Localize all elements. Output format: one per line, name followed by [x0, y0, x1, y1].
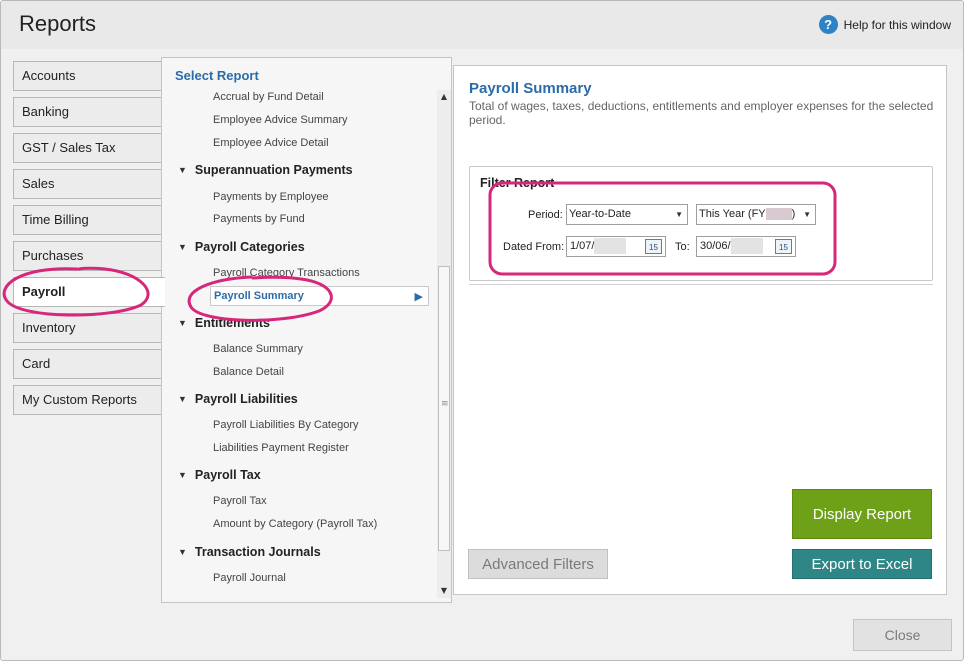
redacted-year: [594, 238, 627, 255]
calendar-icon[interactable]: 15: [645, 239, 662, 254]
report-list-panel: Select Report Accrual by Fund Detail Emp…: [161, 57, 452, 603]
category-payroll-liabilities[interactable]: ▼ Payroll Liabilities: [178, 392, 298, 406]
help-link[interactable]: ? Help for this window: [818, 15, 951, 34]
grip-icon: ≡: [441, 399, 449, 409]
arrow-right-icon: ▶: [414, 290, 423, 303]
tab-gst-sales-tax[interactable]: GST / Sales Tax: [13, 133, 163, 163]
report-item[interactable]: Payments by Fund: [213, 213, 305, 225]
report-item[interactable]: Accrual by Fund Detail: [213, 91, 324, 103]
tab-card[interactable]: Card: [13, 349, 163, 379]
tab-time-billing[interactable]: Time Billing: [13, 205, 163, 235]
report-detail-panel: Payroll Summary Total of wages, taxes, d…: [453, 65, 947, 595]
advanced-filters-button[interactable]: Advanced Filters: [468, 549, 608, 579]
report-item[interactable]: Payroll Journal: [213, 572, 286, 584]
selected-report-label[interactable]: Payroll Summary: [214, 290, 304, 302]
reports-window: Reports ? Help for this window Accounts …: [0, 0, 964, 661]
selected-report-item[interactable]: Payroll Summary ▶: [210, 286, 429, 306]
scroll-thumb[interactable]: ≡: [438, 266, 450, 551]
display-report-button[interactable]: Display Report: [792, 489, 932, 539]
dated-from-input[interactable]: 1/07/ 15: [566, 236, 666, 257]
period-select[interactable]: Year-to-Date ▼: [566, 204, 688, 225]
category-payroll-tax[interactable]: ▼ Payroll Tax: [178, 468, 261, 482]
fiscal-year-prefix[interactable]: This Year (FY: [699, 208, 766, 220]
tab-accounts[interactable]: Accounts: [13, 61, 163, 91]
title-bar: Reports ? Help for this window: [1, 1, 963, 49]
category-superannuation[interactable]: ▼ Superannuation Payments: [178, 163, 353, 177]
report-item[interactable]: Liabilities Payment Register: [213, 442, 349, 454]
report-item[interactable]: Payroll Category Transactions: [213, 267, 360, 279]
category-transaction-journals[interactable]: ▼ Transaction Journals: [178, 545, 321, 559]
divider: [469, 284, 933, 285]
caret-down-icon[interactable]: ▼: [178, 547, 187, 557]
tab-my-custom-reports[interactable]: My Custom Reports: [13, 385, 163, 415]
report-item[interactable]: Payroll Tax: [213, 495, 267, 507]
filter-report-box: Filter Report Period: Year-to-Date ▼ Thi…: [469, 166, 933, 281]
caret-down-icon[interactable]: ▼: [178, 242, 187, 252]
select-report-heading: Select Report: [175, 68, 259, 83]
tab-inventory[interactable]: Inventory: [13, 313, 163, 343]
report-item[interactable]: Employee Advice Detail: [213, 137, 329, 149]
tab-sales[interactable]: Sales: [13, 169, 163, 199]
report-item[interactable]: Amount by Category (Payroll Tax): [213, 518, 377, 530]
tab-banking[interactable]: Banking: [13, 97, 163, 127]
caret-down-icon[interactable]: ▼: [178, 394, 187, 404]
tab-payroll[interactable]: Payroll: [13, 277, 165, 307]
help-label[interactable]: Help for this window: [844, 18, 951, 32]
close-button[interactable]: Close: [853, 619, 952, 651]
report-description: Total of wages, taxes, deductions, entit…: [469, 99, 934, 127]
to-date-input[interactable]: 30/06/ 15: [696, 236, 796, 257]
tab-purchases[interactable]: Purchases: [13, 241, 163, 271]
redacted-year: [765, 208, 792, 221]
scroll-up-icon[interactable]: ▲: [437, 90, 451, 104]
report-item[interactable]: Payments by Employee: [213, 191, 329, 203]
question-icon[interactable]: ?: [818, 15, 838, 34]
report-title: Payroll Summary: [469, 80, 592, 97]
fiscal-year-select[interactable]: This Year (FY) ▼: [696, 204, 816, 225]
period-label: Period:: [528, 209, 563, 221]
redacted-year: [730, 238, 763, 255]
category-entitlements[interactable]: ▼ Entitlements: [178, 316, 270, 330]
export-to-excel-button[interactable]: Export to Excel: [792, 549, 932, 579]
dropdown-arrow-icon[interactable]: ▼: [803, 205, 811, 224]
scroll-down-icon[interactable]: ▼: [437, 584, 451, 598]
filter-report-heading: Filter Report: [480, 176, 555, 190]
calendar-icon[interactable]: 15: [775, 239, 792, 254]
category-payroll-categories[interactable]: ▼ Payroll Categories: [178, 240, 305, 254]
report-item[interactable]: Balance Summary: [213, 343, 303, 355]
report-item[interactable]: Employee Advice Summary: [213, 114, 348, 126]
fiscal-year-suffix[interactable]: ): [792, 208, 796, 220]
caret-down-icon[interactable]: ▼: [178, 470, 187, 480]
to-label: To:: [675, 241, 690, 253]
caret-down-icon[interactable]: ▼: [178, 318, 187, 328]
period-value[interactable]: Year-to-Date: [569, 208, 631, 220]
report-list-scrollbar[interactable]: ▲ ≡ ▼: [437, 90, 451, 598]
dated-from-value[interactable]: 1/07/: [570, 240, 594, 252]
to-date-value[interactable]: 30/06/: [700, 240, 731, 252]
report-item[interactable]: Payroll Liabilities By Category: [213, 419, 359, 431]
dropdown-arrow-icon[interactable]: ▼: [675, 205, 683, 224]
dated-from-label: Dated From:: [503, 241, 565, 253]
window-title: Reports: [19, 11, 97, 36]
caret-down-icon[interactable]: ▼: [178, 165, 187, 175]
report-item[interactable]: Balance Detail: [213, 366, 284, 378]
